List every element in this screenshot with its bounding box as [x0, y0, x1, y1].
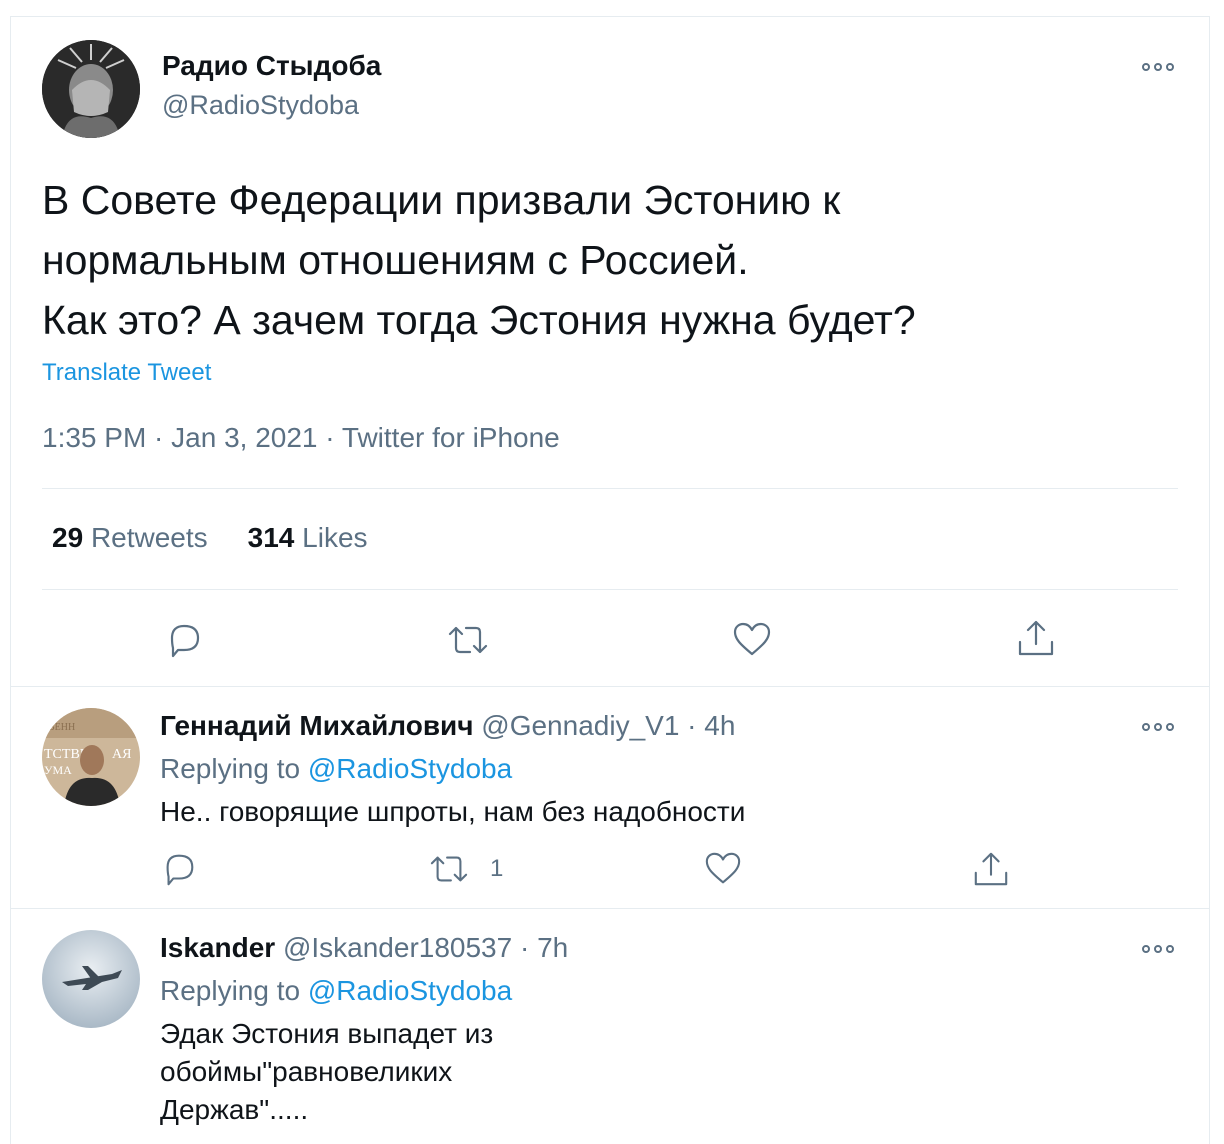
divider [42, 488, 1178, 489]
likes-label: Likes [302, 522, 368, 553]
likes-count: 314 [247, 522, 295, 553]
retweets-stat[interactable]: 29 Retweets [52, 522, 208, 554]
more-icon[interactable] [1142, 720, 1174, 734]
replying-to: Replying to @RadioStydoba [160, 975, 512, 1007]
more-icon[interactable] [1142, 942, 1174, 956]
reply-author-handle[interactable]: @Iskander180537 [283, 932, 512, 963]
replying-to-link[interactable]: @RadioStydoba [308, 753, 512, 784]
heart-icon[interactable] [704, 850, 742, 888]
reply-time[interactable]: · 4h [687, 710, 735, 741]
reply-author-name[interactable]: Геннадий Михайлович [160, 710, 474, 741]
translate-tweet-link[interactable]: Translate Tweet [42, 359, 211, 387]
author-handle[interactable]: @RadioStydoba [162, 90, 359, 121]
more-icon[interactable] [1142, 60, 1174, 74]
reply-header: Геннадий Михайлович @Gennadiy_V1 · 4h [160, 710, 735, 742]
retweet-icon[interactable] [446, 620, 490, 660]
separator [10, 908, 1210, 909]
share-icon[interactable] [1016, 618, 1056, 658]
tweet-text: В Совете Федерации призвали Эстонию к но… [42, 177, 916, 343]
reply-author-name[interactable]: Iskander [160, 932, 275, 963]
author-avatar[interactable] [42, 40, 140, 138]
divider [42, 589, 1178, 590]
likes-stat[interactable]: 314 Likes [248, 522, 368, 554]
retweets-label: Retweets [90, 522, 208, 553]
replying-prefix: Replying to [160, 753, 301, 784]
reply-icon[interactable] [164, 620, 204, 660]
svg-text:АЯ: АЯ [112, 747, 131, 762]
replying-to-link[interactable]: @RadioStydoba [308, 975, 512, 1006]
heart-icon[interactable] [732, 620, 772, 660]
reply-text: Не.. говорящие шпроты, нам без надобност… [160, 796, 746, 827]
share-icon[interactable] [972, 850, 1010, 888]
reply-avatar[interactable] [42, 930, 140, 1028]
replying-to: Replying to @RadioStydoba [160, 753, 512, 785]
author-name[interactable]: Радио Стыдоба [162, 50, 381, 82]
retweets-count: 29 [52, 522, 84, 553]
reply-header: Iskander @Iskander180537 · 7h [160, 932, 568, 964]
retweet-action[interactable]: 1 [428, 850, 503, 888]
reply-icon[interactable] [160, 850, 198, 888]
reply-text: Эдак Эстония выпадет из обоймы"равновели… [160, 1018, 494, 1125]
reply-time[interactable]: · 7h [520, 932, 568, 963]
replying-prefix: Replying to [160, 975, 301, 1006]
svg-text:УМА: УМА [44, 763, 72, 777]
retweet-count: 1 [490, 855, 504, 882]
tweet-stats: 29 Retweets 314 Likes [52, 522, 368, 554]
separator [10, 686, 1210, 687]
reply-avatar[interactable]: ВЕНН ТСТВЕ АЯ УМА [42, 708, 140, 806]
reply-author-handle[interactable]: @Gennadiy_V1 [481, 710, 679, 741]
tweet-meta[interactable]: 1:35 PM · Jan 3, 2021 · Twitter for iPho… [42, 422, 560, 454]
retweet-icon [430, 856, 468, 882]
